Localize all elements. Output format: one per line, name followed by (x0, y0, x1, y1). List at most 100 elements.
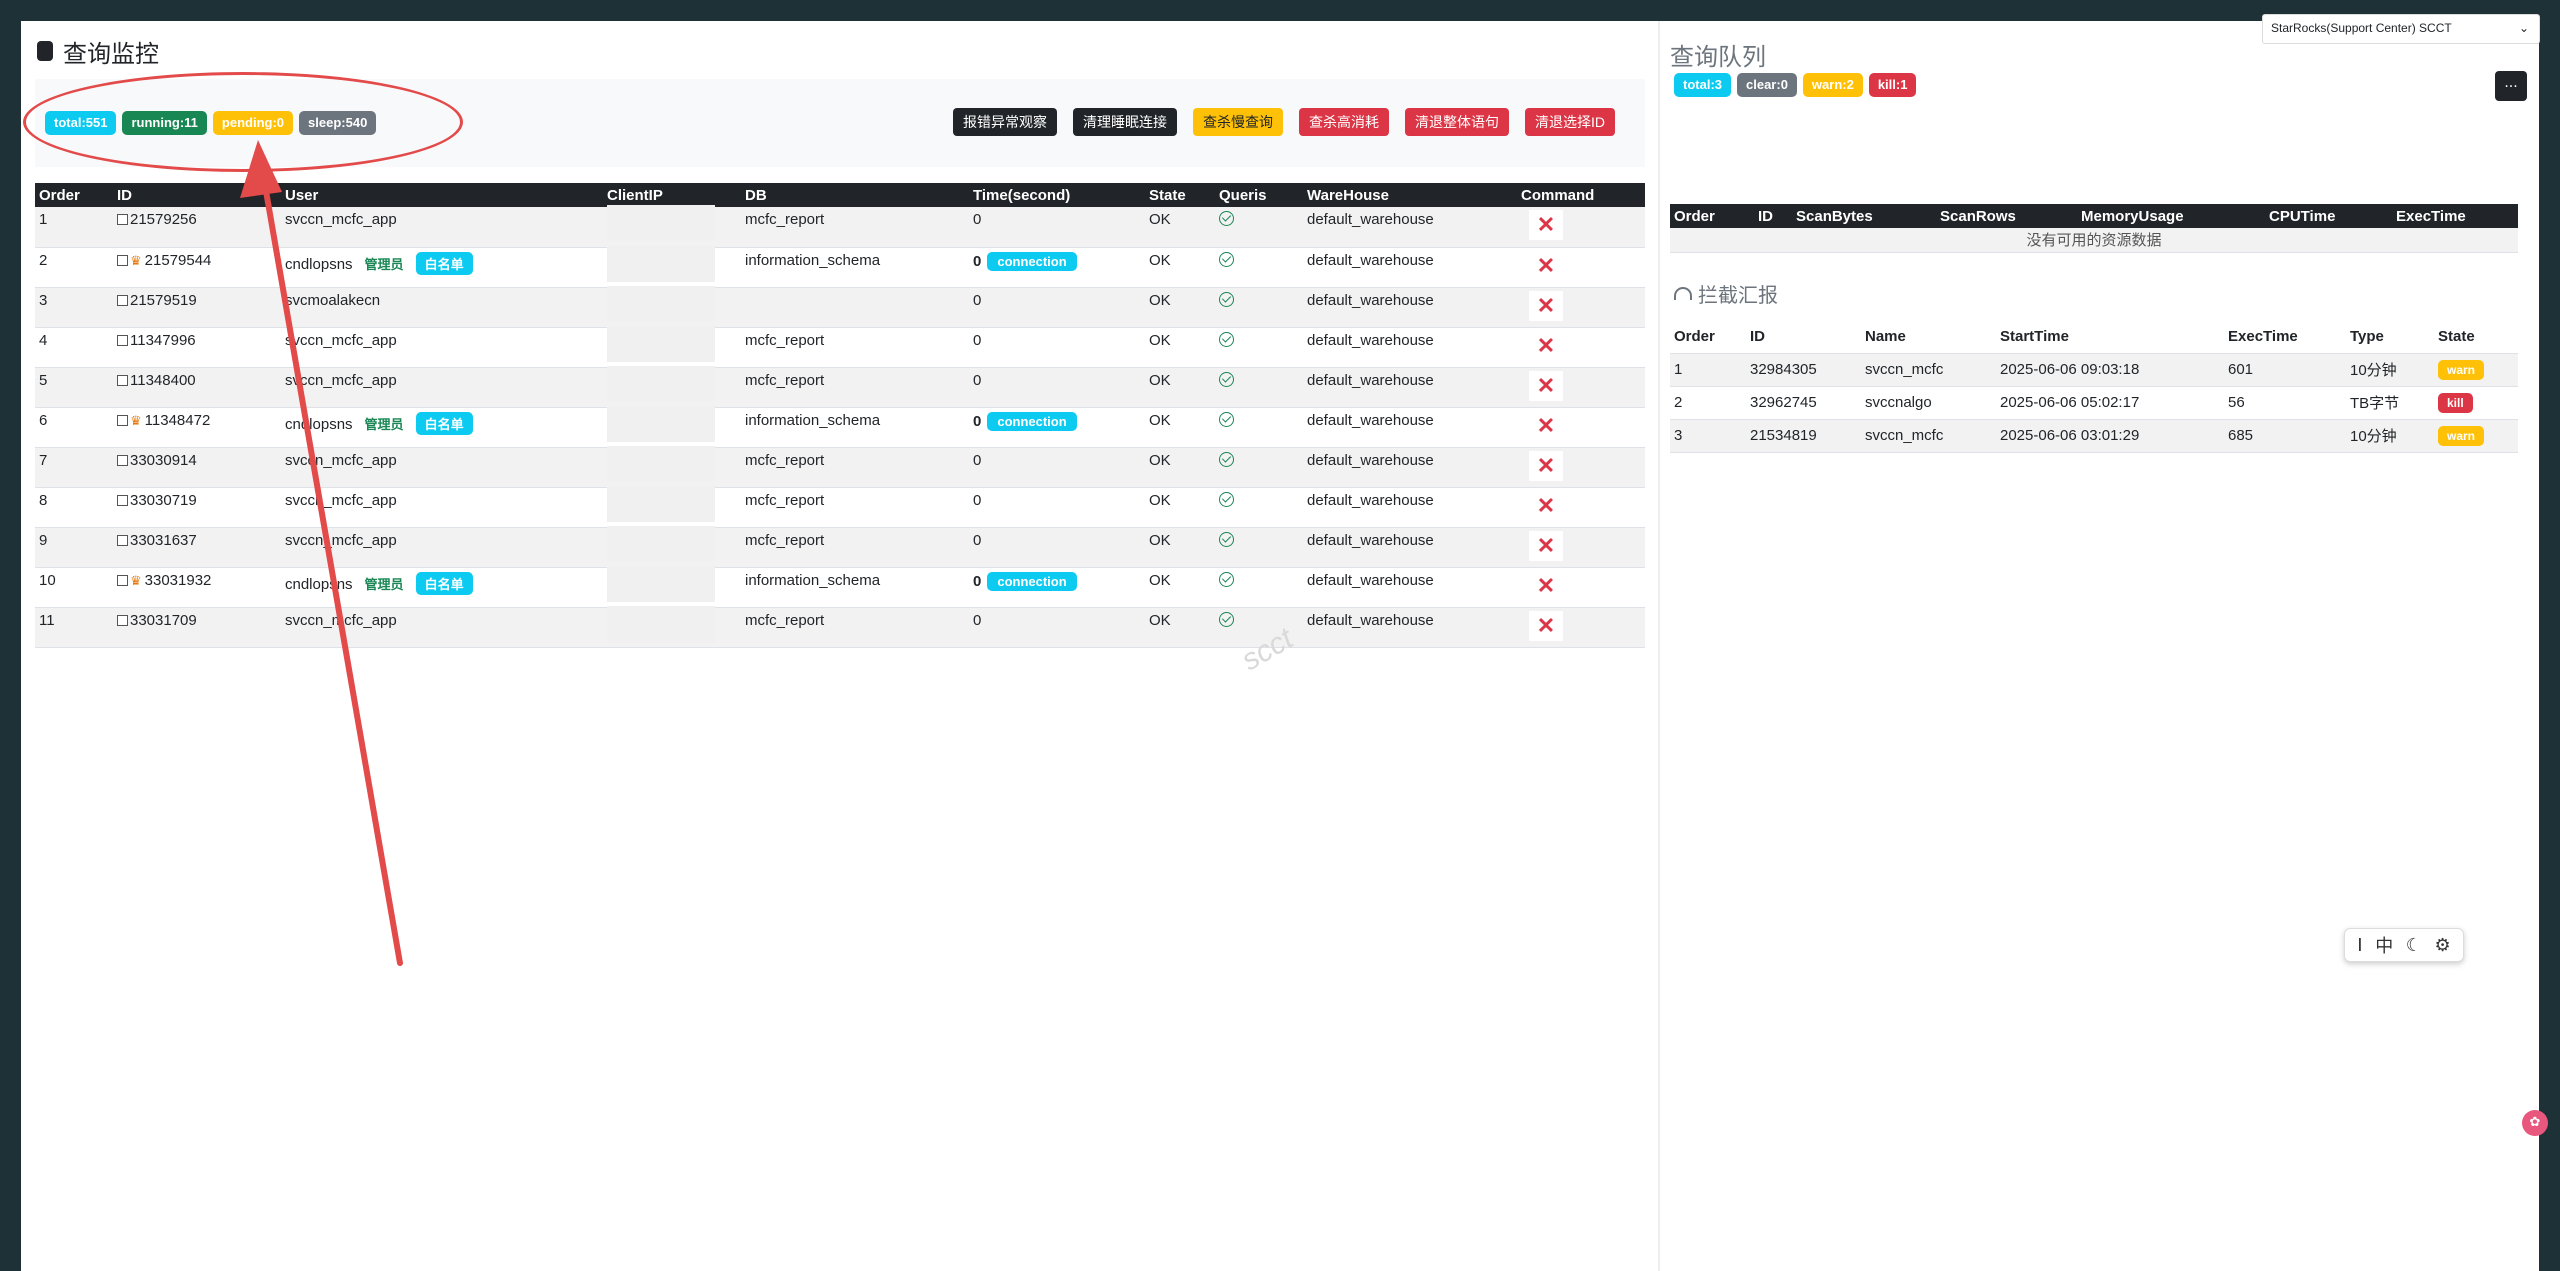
row-command: ✕ (1517, 247, 1645, 288)
queue-col-scanbytes: ScanBytes (1792, 204, 1936, 228)
check-circle-icon[interactable] (1219, 251, 1234, 267)
row-queris[interactable] (1215, 367, 1303, 408)
kill-query-button[interactable]: ✕ (1529, 570, 1563, 601)
check-circle-icon[interactable] (1219, 611, 1234, 627)
check-circle-icon[interactable] (1219, 211, 1234, 226)
row-checkbox[interactable] (117, 294, 128, 306)
kill-query-button[interactable]: ✕ (1529, 330, 1563, 361)
row-checkbox[interactable] (117, 254, 128, 266)
kill-query-button[interactable]: ✕ (1529, 490, 1563, 521)
ime-toolbar[interactable]: I 中 ☾ ⚙ (2344, 928, 2464, 962)
queue-badge-kill[interactable]: kill:1 (1868, 73, 1917, 97)
row-queris[interactable] (1215, 487, 1303, 528)
row-queris[interactable] (1215, 447, 1303, 488)
row-command: ✕ (1517, 287, 1645, 328)
clientip-redacted (607, 605, 715, 642)
query-monitor-panel: 查询监控 total:551 running:11 pending:0 slee… (21, 21, 1658, 1271)
row-command: ✕ (1517, 487, 1645, 528)
intercept-order: 3 (1670, 419, 1746, 453)
kill-query-button[interactable]: ✕ (1529, 410, 1563, 441)
check-circle-icon[interactable] (1219, 531, 1234, 547)
row-queris[interactable] (1215, 287, 1303, 328)
kill-slow-query-button[interactable]: 查杀慢查询 (1193, 108, 1283, 136)
clear-selected-id-button[interactable]: 清退选择ID (1525, 108, 1615, 136)
kill-query-button[interactable]: ✕ (1529, 450, 1563, 481)
row-checkbox[interactable] (117, 334, 128, 346)
row-queris[interactable] (1215, 567, 1303, 608)
check-circle-icon[interactable] (1219, 491, 1234, 507)
assistant-avatar[interactable]: ✿ (2522, 1110, 2548, 1136)
intercept-table: Order ID Name StartTime ExecTime Type St… (1670, 321, 2518, 453)
row-id: 11348400 (130, 371, 196, 389)
row-checkbox[interactable] (117, 574, 128, 586)
query-table-header: Order ID User ClientIP DB Time(second) S… (35, 183, 1645, 207)
clientip-redacted (607, 445, 715, 482)
col-time: Time(second) (969, 183, 1145, 207)
row-queris[interactable] (1215, 407, 1303, 448)
kill-query-button[interactable]: ✕ (1529, 290, 1563, 321)
row-user-cell: svccn_mcfc_app (281, 367, 603, 408)
row-checkbox[interactable] (117, 414, 128, 426)
check-circle-icon[interactable] (1219, 411, 1234, 427)
kill-high-cost-button[interactable]: 查杀高消耗 (1299, 108, 1389, 136)
kill-query-button[interactable]: ✕ (1529, 250, 1563, 281)
row-user: cndlopsns (285, 415, 353, 433)
clientip-redacted (607, 485, 715, 522)
row-id-cell: ♛ 33031932 (113, 567, 281, 608)
row-id-cell: 33030719 (113, 487, 281, 528)
check-circle-icon[interactable] (1219, 291, 1234, 307)
row-state: OK (1145, 367, 1215, 408)
more-button[interactable]: ... (2495, 71, 2527, 101)
row-checkbox[interactable] (117, 614, 128, 626)
row-queris[interactable] (1215, 527, 1303, 568)
row-warehouse: default_warehouse (1303, 487, 1517, 528)
row-queris[interactable] (1215, 247, 1303, 288)
row-id: 11347996 (130, 331, 196, 349)
crown-icon: ♛ (130, 252, 142, 268)
query-row: 3 21579519 svcmoalakecn 0 OK default_warehous… (35, 285, 1645, 328)
row-user-cell: svccn_mcfc_app (281, 327, 603, 368)
row-id: 33030719 (130, 491, 197, 509)
check-circle-icon[interactable] (1219, 331, 1234, 347)
row-order: 7 (35, 447, 113, 488)
row-checkbox[interactable] (117, 534, 128, 546)
kill-query-button[interactable]: ✕ (1529, 530, 1563, 561)
queue-badge-clear[interactable]: clear:0 (1737, 73, 1797, 97)
action-buttons: 报错异常观察 清理睡眠连接 查杀慢查询 查杀高消耗 清退整体语句 清退选择ID (953, 108, 1615, 136)
row-queris[interactable] (1215, 207, 1303, 248)
kill-query-button[interactable]: ✕ (1529, 610, 1563, 641)
row-checkbox[interactable] (117, 454, 128, 466)
query-row: 8 33030719 svccn_mcfc_app mcfc_report 0 OK def… (35, 485, 1645, 528)
queue-table-header: Order ID ScanBytes ScanRows MemoryUsage … (1670, 204, 2518, 228)
chevron-down-icon: ⌄ (2518, 21, 2529, 35)
ime-language-toggle[interactable]: 中 (2375, 932, 2393, 958)
queue-badge-total[interactable]: total:3 (1674, 73, 1731, 97)
row-checkbox[interactable] (117, 494, 128, 506)
row-db: mcfc_report (741, 327, 969, 368)
moon-icon[interactable]: ☾ (2406, 935, 2422, 956)
row-db: mcfc_report (741, 207, 969, 248)
row-order: 9 (35, 527, 113, 568)
instance-selector[interactable]: StarRocks(Support Center) SCCT ⌄ (2262, 14, 2540, 44)
page-title: 查询监控 (37, 33, 159, 69)
row-id-cell: 21579256 (113, 207, 281, 248)
check-circle-icon[interactable] (1219, 451, 1234, 467)
row-order: 4 (35, 327, 113, 368)
ime-cursor-icon[interactable]: I (2357, 935, 2362, 956)
row-checkbox[interactable] (117, 214, 128, 225)
row-checkbox[interactable] (117, 374, 128, 386)
query-table: Order ID User ClientIP DB Time(second) S… (35, 183, 1645, 648)
row-clientip (603, 445, 741, 488)
row-id-cell: 21579519 (113, 287, 281, 328)
row-queris[interactable] (1215, 327, 1303, 368)
error-observe-button[interactable]: 报错异常观察 (953, 108, 1057, 136)
check-circle-icon[interactable] (1219, 571, 1234, 587)
clear-all-statements-button[interactable]: 清退整体语句 (1405, 108, 1509, 136)
queue-badge-warn[interactable]: warn:2 (1802, 73, 1863, 97)
clean-sleep-button[interactable]: 清理睡眠连接 (1073, 108, 1177, 136)
gear-icon[interactable]: ⚙ (2435, 935, 2451, 956)
check-circle-icon[interactable] (1219, 371, 1234, 387)
kill-query-button[interactable]: ✕ (1529, 210, 1563, 240)
kill-query-button[interactable]: ✕ (1529, 370, 1563, 401)
clientip-redacted (607, 245, 715, 282)
